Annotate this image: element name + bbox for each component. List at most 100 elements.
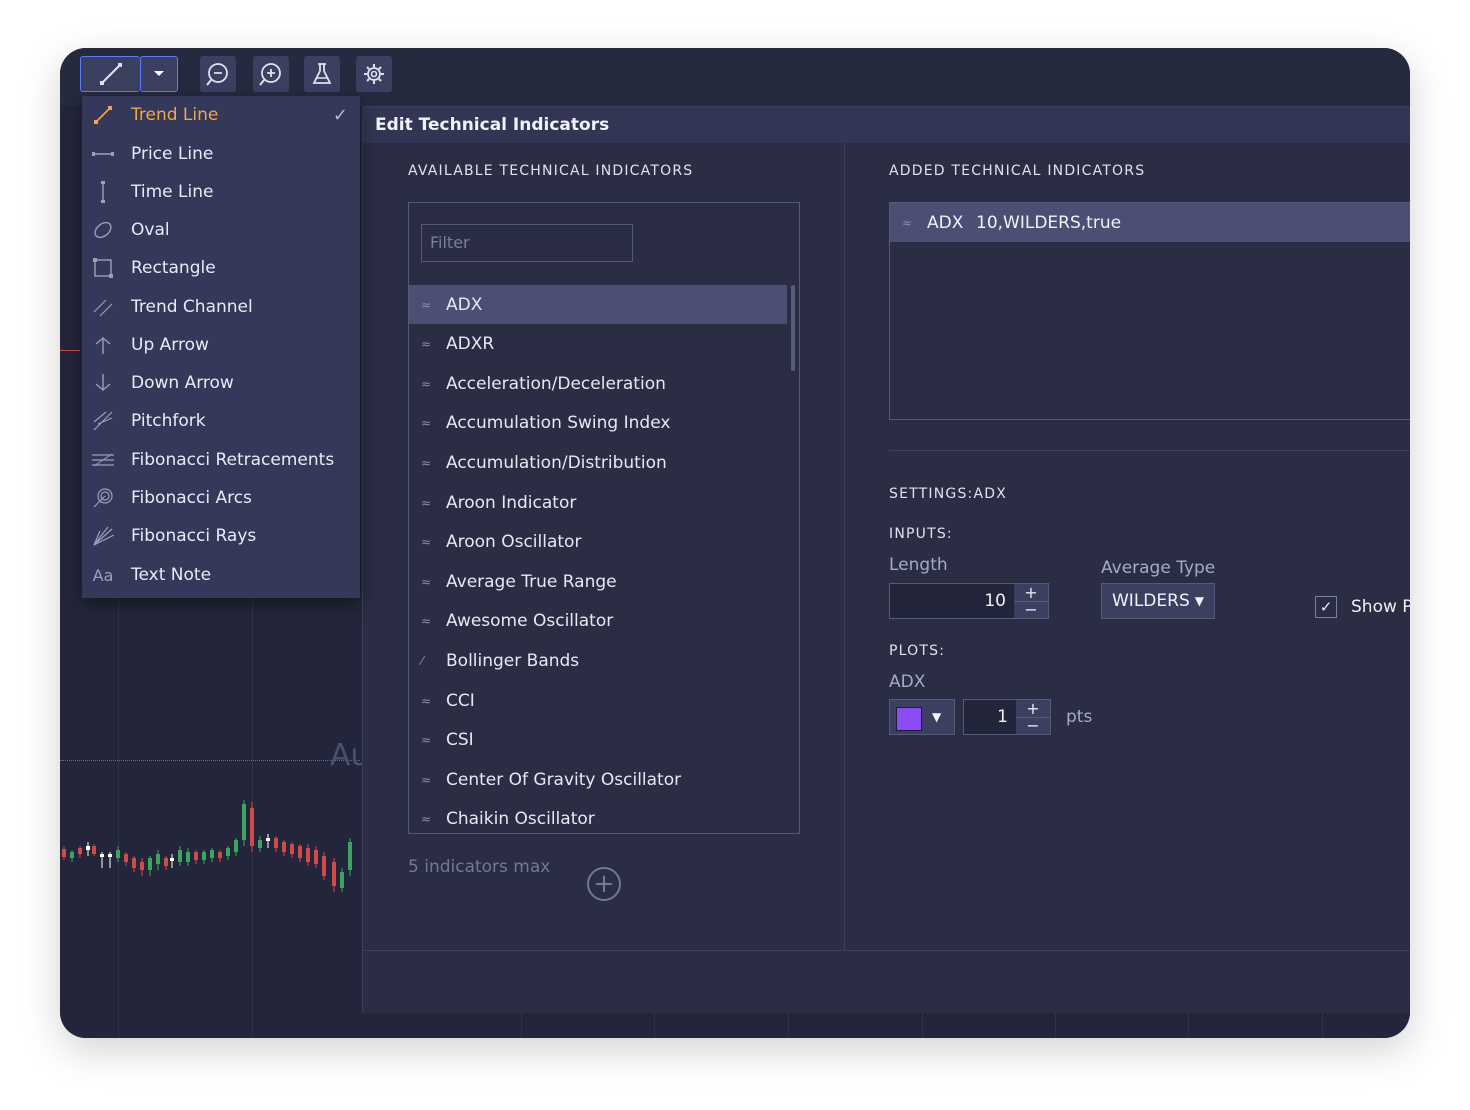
stepper-buttons: + − bbox=[1016, 699, 1050, 735]
plot-width-stepper[interactable]: 1 + − bbox=[963, 699, 1051, 735]
pitchfork-icon bbox=[92, 410, 114, 432]
oscillator-icon: ≈ bbox=[421, 733, 432, 748]
indicator-name: Average True Range bbox=[446, 571, 617, 592]
indicator-row[interactable]: ≈ Chaikin Oscillator bbox=[409, 800, 787, 833]
app-window: Au Trend Line ✓ Price Line Time Line Ova… bbox=[60, 48, 1410, 1038]
oscillator-icon: ≈ bbox=[421, 772, 432, 787]
indicator-name: CSI bbox=[446, 730, 474, 751]
menu-item-down-arrow[interactable]: Down Arrow bbox=[82, 364, 360, 402]
color-swatch bbox=[896, 707, 922, 731]
decrement-button[interactable]: − bbox=[1014, 600, 1048, 619]
add-indicator-button[interactable]: + bbox=[587, 867, 621, 901]
oscillator-icon: ≈ bbox=[421, 614, 432, 629]
menu-item-label: Down Arrow bbox=[131, 373, 234, 393]
drawing-dropdown-button[interactable] bbox=[140, 56, 178, 92]
indicator-row[interactable]: ≈ ADX bbox=[409, 285, 787, 324]
oscillator-icon: ≈ bbox=[421, 455, 432, 470]
average-type-select[interactable]: WILDERS ▼ bbox=[1101, 583, 1215, 619]
dialog-footer-divider bbox=[363, 950, 1410, 951]
length-stepper[interactable]: 10 + − bbox=[889, 583, 1049, 619]
oscillator-icon: ≈ bbox=[421, 416, 432, 431]
zoom-in-button[interactable] bbox=[253, 56, 289, 92]
oscillator-icon: ≈ bbox=[421, 337, 432, 352]
oscillator-icon: ≈ bbox=[421, 535, 432, 550]
indicator-name: CCI bbox=[446, 690, 475, 711]
menu-item-up-arrow[interactable]: Up Arrow bbox=[82, 326, 360, 364]
flask-icon bbox=[312, 63, 332, 84]
menu-item-label: Trend Line bbox=[131, 105, 219, 125]
settings-divider bbox=[889, 450, 1410, 451]
indicator-name: Aroon Oscillator bbox=[446, 532, 582, 553]
plot-color-picker[interactable]: ▼ bbox=[889, 699, 955, 735]
price-line-icon bbox=[92, 143, 114, 165]
oval-icon bbox=[92, 219, 114, 241]
average-type-label: Average Type bbox=[1101, 558, 1216, 578]
menu-item-rectangle[interactable]: Rectangle bbox=[82, 249, 360, 287]
indicator-name: Accumulation/Distribution bbox=[446, 452, 667, 473]
oscillator-icon: ≈ bbox=[421, 812, 432, 827]
decrement-button[interactable]: − bbox=[1016, 716, 1050, 735]
column-divider bbox=[844, 143, 845, 951]
fib-retracement-icon bbox=[92, 449, 114, 471]
show-checkbox[interactable]: ✓ bbox=[1315, 596, 1337, 618]
indicator-name: Bollinger Bands bbox=[446, 650, 580, 671]
show-label: Show P bbox=[1351, 597, 1410, 617]
menu-item-price-line[interactable]: Price Line bbox=[82, 135, 360, 173]
gear-icon bbox=[364, 64, 384, 84]
menu-item-pitchfork[interactable]: Pitchfork bbox=[82, 402, 360, 440]
up-arrow-icon bbox=[92, 334, 114, 356]
menu-item-time-line[interactable]: Time Line bbox=[82, 173, 360, 211]
settings-button[interactable] bbox=[356, 56, 392, 92]
menu-item-fibonacci-rays[interactable]: Fibonacci Rays bbox=[82, 517, 360, 555]
menu-item-fibonacci-arcs[interactable]: Fibonacci Arcs bbox=[82, 479, 360, 517]
added-heading: ADDED TECHNICAL INDICATORS bbox=[889, 163, 1146, 179]
indicator-row[interactable]: ≈ Aroon Oscillator bbox=[409, 523, 787, 562]
indicator-row[interactable]: ≈ Average True Range bbox=[409, 562, 787, 601]
oscillator-icon: ≈ bbox=[421, 376, 432, 391]
indicator-name: Awesome Oscillator bbox=[446, 611, 614, 632]
indicator-row[interactable]: ≈ CCI bbox=[409, 681, 787, 720]
indicator-row[interactable]: ≈ Awesome Oscillator bbox=[409, 602, 787, 641]
dialog-header: Edit Technical Indicators bbox=[363, 107, 1410, 143]
stepper-buttons: + − bbox=[1014, 583, 1048, 619]
oscillator-icon: ≈ bbox=[902, 215, 913, 230]
list-scrollbar[interactable] bbox=[791, 285, 795, 371]
check-icon: ✓ bbox=[1319, 598, 1333, 616]
trend-channel-icon bbox=[92, 296, 114, 318]
plots-heading: PLOTS: bbox=[889, 643, 946, 659]
length-label: Length bbox=[889, 555, 948, 575]
indicator-name: Aroon Indicator bbox=[446, 492, 577, 513]
studies-button[interactable] bbox=[304, 56, 340, 92]
text-note-icon: Aa bbox=[92, 565, 114, 585]
menu-item-label: Text Note bbox=[131, 565, 212, 585]
menu-item-oval[interactable]: Oval bbox=[82, 211, 360, 249]
indicator-row[interactable]: ≈ Accumulation Swing Index bbox=[409, 404, 787, 443]
indicator-row[interactable]: ≈ ADXR bbox=[409, 325, 787, 364]
added-indicator-row[interactable]: ≈ ADX 10,WILDERS,true bbox=[890, 203, 1410, 242]
indicator-row[interactable]: ≈ Aroon Indicator bbox=[409, 483, 787, 522]
trend-line-icon bbox=[92, 104, 114, 126]
indicator-row[interactable]: ≈ CSI bbox=[409, 721, 787, 760]
drawing-tool-button[interactable] bbox=[80, 56, 140, 92]
oscillator-icon: ≈ bbox=[421, 574, 432, 589]
indicator-row[interactable]: ≈ Acceleration/Deceleration bbox=[409, 364, 787, 403]
length-value: 10 bbox=[984, 591, 1006, 611]
zoom-out-button[interactable] bbox=[200, 56, 236, 92]
rectangle-icon bbox=[92, 257, 114, 279]
plot-width-value: 1 bbox=[997, 707, 1008, 727]
menu-item-trend-channel[interactable]: Trend Channel bbox=[82, 288, 360, 326]
indicator-row[interactable]: ≈ Accumulation/Distribution bbox=[409, 443, 787, 482]
menu-item-trend-line[interactable]: Trend Line ✓ bbox=[82, 96, 360, 134]
zoom-out-icon bbox=[206, 63, 228, 86]
oscillator-icon: ≈ bbox=[421, 495, 432, 510]
drawing-tools-menu: Trend Line ✓ Price Line Time Line Oval R… bbox=[82, 96, 360, 598]
grid-line bbox=[60, 760, 360, 761]
menu-item-fibonacci-retracements[interactable]: Fibonacci Retracements bbox=[82, 441, 360, 479]
indicator-row[interactable]: ⁄ Bollinger Bands bbox=[409, 641, 787, 680]
menu-item-text-note[interactable]: Aa Text Note bbox=[82, 556, 360, 594]
filter-input[interactable]: Filter bbox=[421, 224, 633, 262]
average-type-value: WILDERS bbox=[1112, 591, 1190, 611]
max-indicators-note: 5 indicators max bbox=[408, 857, 551, 877]
caret-down-icon: ▼ bbox=[1194, 594, 1204, 608]
indicator-row[interactable]: ≈ Center Of Gravity Oscillator bbox=[409, 760, 787, 799]
